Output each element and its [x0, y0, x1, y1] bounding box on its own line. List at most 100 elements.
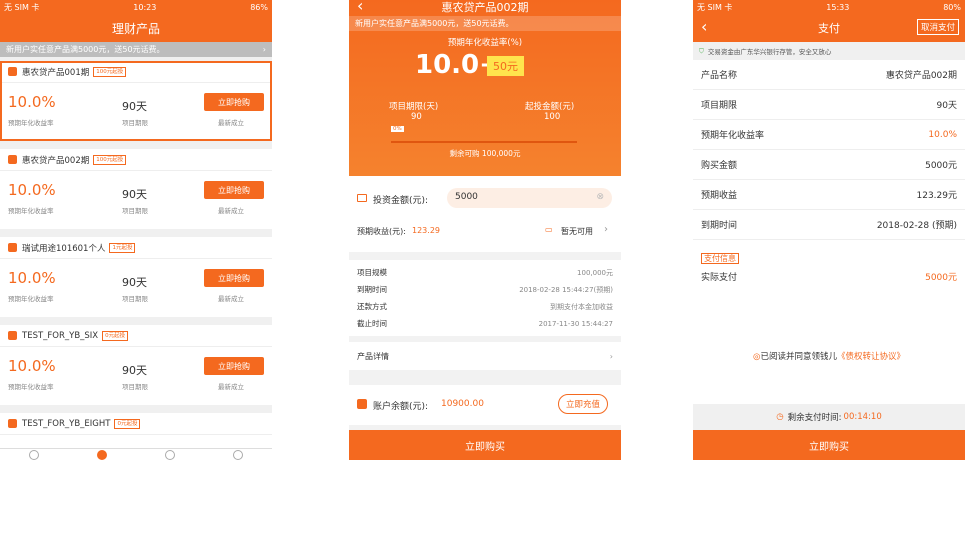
product-card-body: 10.0% 预期年化收益率 90天 项目期限 立即抢购 最新成立: [0, 171, 272, 229]
detail-key: 还款方式: [357, 302, 387, 311]
detail-row: 还款方式 到期支付本金加收益: [349, 298, 621, 315]
security-notice: ⛉ 交易资金由广东华兴银行存管，安全又放心: [693, 42, 965, 60]
home-tab-icon[interactable]: [29, 449, 39, 460]
coupon-select[interactable]: 暂无可用: [561, 226, 593, 237]
rate-label: 预期年化收益率: [8, 207, 54, 215]
chevron-right-icon: ›: [609, 351, 613, 361]
rate-label: 预期年化收益率: [8, 119, 54, 127]
buy-now-button[interactable]: 立即抢购: [204, 269, 264, 287]
battery: 80%: [943, 2, 961, 12]
battery: 86%: [250, 2, 268, 12]
status-label: 最新成立: [218, 383, 244, 391]
remaining-amount: 剩余可购 100,000元: [449, 149, 521, 158]
progress-label: 0%: [391, 126, 404, 132]
actual-value: 5000元: [925, 272, 957, 283]
product-detail-link[interactable]: 产品详情 ›: [349, 342, 621, 370]
back-icon[interactable]: ‹: [701, 17, 707, 36]
carrier: 无 SIM 卡: [4, 2, 40, 12]
buy-now-button[interactable]: 立即抢购: [204, 93, 264, 111]
buy-button[interactable]: 立即购买: [693, 430, 965, 460]
pay-info-section: 支付信息: [693, 240, 965, 265]
order-key: 预期收益: [701, 191, 738, 201]
term-value: 90天: [122, 364, 147, 377]
account-tab-icon[interactable]: [233, 449, 243, 460]
order-row: 到期时间 2018-02-28 (预期): [693, 210, 965, 240]
product-card[interactable]: 惠农贷产品002期 100元起投 10.0% 预期年化收益率 90天 项目期限 立即抢购 最新…: [0, 149, 272, 229]
status-bar: 无 SIM 卡 15:33 80%: [693, 0, 965, 14]
min-invest-tag: 100元起投: [93, 154, 127, 165]
product-card-title: TEST_FOR_YB_EIGHT 0元起投: [0, 413, 272, 435]
order-key: 到期时间: [701, 221, 738, 231]
invest-input[interactable]: 5000 ⊗: [447, 188, 612, 208]
agreement-link[interactable]: 《债权转让协议》: [837, 352, 905, 362]
product-card[interactable]: 惠农贷产品001期 100元起投 10.0% 预期年化收益率 90天 项目期限 立即抢购 最新…: [0, 61, 272, 141]
timer-label: 剩余支付时间:: [787, 413, 842, 423]
recharge-button[interactable]: 立即充值: [558, 394, 609, 414]
product-list-screen: 无 SIM 卡 10:23 86% 理财产品 新用户实任意产品满5000元，送50元…: [0, 0, 272, 460]
notice-text: 新用户实任意产品满5000元，送50元话费。: [6, 45, 165, 54]
page-title: 理财产品: [111, 21, 160, 36]
wallet-icon: [357, 194, 367, 202]
carrier: 无 SIM 卡: [697, 2, 733, 12]
rate-label: 预期年化收益率: [8, 295, 54, 303]
detail-row: 项目规模 100,000元: [349, 264, 621, 281]
promo-notice[interactable]: 新用户实任意产品满5000元，送50元话费。: [349, 16, 621, 31]
discover-tab-icon[interactable]: [165, 449, 175, 460]
detail-value: 2018-02-28 15:44:27(预期): [519, 285, 613, 294]
clock: 15:33: [826, 2, 850, 12]
invest-label: 投资金额(元):: [373, 196, 429, 206]
product-name: TEST_FOR_YB_EIGHT: [22, 418, 111, 429]
products-tab-icon[interactable]: [97, 449, 107, 460]
term-label: 项目期限: [122, 207, 148, 215]
min-invest-tag: 100元起投: [93, 66, 127, 77]
payment-timer: ◷ 剩余支付时间: 00:14:10: [693, 404, 965, 430]
pay-info-tag: 支付信息: [701, 253, 739, 264]
detail-value: 100,000元: [577, 268, 613, 277]
min-value: 100: [544, 112, 561, 122]
detail-row: 到期时间 2018-02-28 15:44:27(预期): [349, 281, 621, 298]
cancel-payment-button[interactable]: 取消支付: [916, 19, 959, 35]
back-icon[interactable]: ‹: [357, 0, 363, 15]
payment-screen: 无 SIM 卡 15:33 80% ‹ 支付 取消支付 ⛉ 交易资金由广东华兴银行存管，安…: [693, 0, 965, 460]
status-label: 最新成立: [218, 295, 244, 303]
buy-now-button[interactable]: 立即抢购: [204, 181, 264, 199]
order-row: 预期年化收益率 10.0%: [693, 120, 965, 150]
product-card-title: TEST_FOR_YB_SIX 0元起投: [0, 325, 272, 347]
product-detail-label: 产品详情: [357, 351, 389, 361]
detail-row: 截止时间 2017-11-30 15:44:27: [349, 315, 621, 332]
order-key: 产品名称: [701, 71, 738, 81]
detail-key: 项目规模: [357, 268, 387, 277]
product-icon: [8, 331, 17, 340]
product-name: 惠农贷产品002期: [22, 155, 90, 166]
order-value: 90天: [936, 101, 957, 111]
rate-value: 10.0%: [8, 181, 56, 199]
order-row: 项目期限 90天: [693, 90, 965, 120]
term-label: 项目期限: [122, 295, 148, 303]
order-row: 预期收益 123.29元: [693, 180, 965, 210]
clock: 10:23: [133, 2, 157, 12]
buy-now-button[interactable]: 立即抢购: [204, 357, 264, 375]
timer-value: 00:14:10: [843, 412, 882, 422]
product-name: 惠农贷产品001期: [22, 67, 90, 78]
product-card[interactable]: TEST_FOR_YB_SIX 0元起投 10.0% 预期年化收益率 90天 项目期限 立即…: [0, 325, 272, 405]
product-card-title: 惠农贷产品001期 100元起投: [0, 61, 272, 83]
clear-icon[interactable]: ⊗: [596, 192, 604, 202]
shield-icon: ⛉: [699, 46, 704, 55]
order-value: 10.0%: [928, 129, 957, 140]
promo-notice[interactable]: 新用户实任意产品满5000元，送50元话费。 ›: [0, 42, 272, 57]
order-row: 购买金额 5000元: [693, 150, 965, 180]
term-label: 项目期限(天): [389, 102, 439, 112]
product-card[interactable]: 瑞试用途101601个人 1元起投 10.0% 预期年化收益率 90天 项目期限 立即抢购最…: [0, 237, 272, 317]
order-value: 5000元: [925, 161, 957, 171]
term-value: 90天: [122, 276, 147, 289]
balance-value: 10900.00: [441, 399, 484, 409]
product-card-body: 10.0% 预期年化收益率 90天 项目期限 立即抢购 最新成立: [0, 347, 272, 405]
term-value: 90天: [122, 188, 147, 201]
term-label: 项目期限: [122, 119, 148, 127]
product-detail-screen: ‹ 惠农贷产品002期 新用户实任意产品满5000元，送50元话费。 预期年化收益…: [349, 0, 621, 460]
buy-button[interactable]: 立即购买: [349, 430, 621, 460]
income-label: 预期收益(元):: [357, 227, 406, 236]
detail-value: 2017-11-30 15:44:27: [538, 319, 613, 328]
status-bar: 无 SIM 卡 10:23 86%: [0, 0, 272, 14]
agreement-line: ◎已阅读并同意领钱儿《债权转让协议》: [693, 350, 965, 362]
